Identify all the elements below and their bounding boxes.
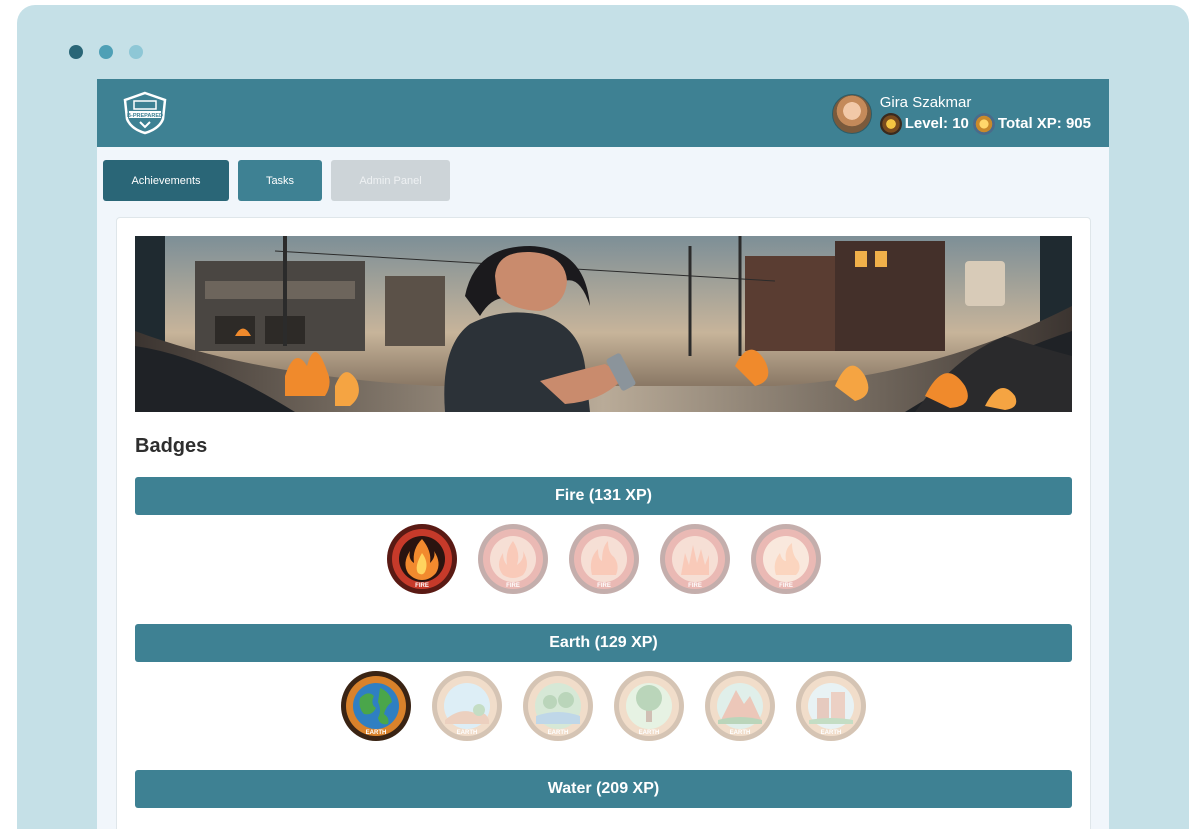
main-tabs: Achievements Tasks Admin Panel bbox=[103, 160, 450, 201]
badge-caption: FIRE bbox=[415, 583, 429, 589]
level-medal-icon bbox=[879, 112, 902, 135]
badge-earth-1[interactable]: EARTH bbox=[340, 670, 412, 742]
badge-earth-6[interactable]: EARTH bbox=[795, 670, 867, 742]
earth-badge-icon: EARTH bbox=[614, 671, 684, 741]
earth-badge-icon: EARTH bbox=[432, 671, 502, 741]
xp-medal-icon bbox=[972, 112, 995, 135]
b-prepared-logo[interactable]: B-PREPARED bbox=[119, 91, 171, 135]
user-total-xp: Total XP: 905 bbox=[997, 114, 1091, 132]
tab-tasks[interactable]: Tasks bbox=[238, 160, 322, 201]
earth-badge-icon: EARTH bbox=[341, 671, 411, 741]
badge-caption: FIRE bbox=[506, 583, 520, 589]
badges-section-title: Badges bbox=[135, 435, 208, 457]
hero-banner-image bbox=[135, 236, 1072, 412]
fire-badge-icon: FIRE bbox=[659, 524, 730, 594]
fire-badge-icon: FIRE bbox=[386, 524, 457, 594]
achievements-card: Badges Fire (131 XP) FIRE FIRE FIRE FIRE… bbox=[116, 217, 1091, 829]
badge-caption: FIRE bbox=[779, 583, 793, 589]
badge-earth-4[interactable]: EARTH bbox=[613, 670, 685, 742]
badge-fire-1[interactable]: FIRE bbox=[386, 523, 458, 595]
badge-caption: EARTH bbox=[548, 730, 569, 736]
fire-badge-icon: FIRE bbox=[477, 524, 548, 594]
user-profile[interactable]: Gira Szakmar Level: 10 Total XP: 905 bbox=[831, 89, 1091, 139]
badge-fire-5[interactable]: FIRE bbox=[750, 523, 822, 595]
badge-caption: FIRE bbox=[688, 583, 702, 589]
logo-text: B-PREPARED bbox=[127, 113, 163, 119]
fire-badge-icon: FIRE bbox=[568, 524, 639, 594]
user-avatar[interactable] bbox=[831, 94, 872, 134]
user-stats: Level: 10 Total XP: 905 bbox=[879, 112, 1091, 136]
badge-caption: EARTH bbox=[366, 730, 387, 736]
window-controls bbox=[69, 45, 143, 59]
category-earth-header[interactable]: Earth (129 XP) bbox=[135, 624, 1072, 662]
fire-badge-icon: FIRE bbox=[750, 524, 821, 594]
badge-caption: EARTH bbox=[730, 730, 751, 736]
fire-badge-row: FIRE FIRE FIRE FIRE FIRE bbox=[135, 523, 1072, 599]
user-level: Level: 10 bbox=[904, 114, 969, 132]
window-dot[interactable] bbox=[99, 45, 113, 59]
browser-frame: B-PREPARED Gira Szakmar Level: 10 Total … bbox=[17, 5, 1189, 829]
badge-earth-3[interactable]: EARTH bbox=[522, 670, 594, 742]
tab-admin-panel: Admin Panel bbox=[331, 160, 450, 201]
earth-badge-icon: EARTH bbox=[523, 671, 593, 741]
category-water-header[interactable]: Water (209 XP) bbox=[135, 770, 1072, 808]
tab-achievements[interactable]: Achievements bbox=[103, 160, 229, 201]
earth-badge-row: EARTH EARTH EARTH EARTH EARTH EARTH bbox=[135, 670, 1072, 746]
badge-earth-2[interactable]: EARTH bbox=[431, 670, 503, 742]
badge-earth-5[interactable]: EARTH bbox=[704, 670, 776, 742]
badge-fire-3[interactable]: FIRE bbox=[568, 523, 640, 595]
window-dot[interactable] bbox=[69, 45, 83, 59]
shield-logo-icon: B-PREPARED bbox=[123, 91, 167, 135]
badge-caption: EARTH bbox=[457, 730, 478, 736]
user-name: Gira Szakmar bbox=[879, 93, 972, 111]
badge-caption: EARTH bbox=[639, 730, 660, 736]
earth-badge-icon: EARTH bbox=[796, 671, 866, 741]
app-window: B-PREPARED Gira Szakmar Level: 10 Total … bbox=[97, 79, 1109, 829]
earth-badge-icon: EARTH bbox=[705, 671, 775, 741]
user-info: Gira Szakmar Level: 10 Total XP: 905 bbox=[879, 93, 1091, 136]
badge-caption: EARTH bbox=[821, 730, 842, 736]
top-navigation-bar: B-PREPARED Gira Szakmar Level: 10 Total … bbox=[97, 79, 1109, 147]
window-dot[interactable] bbox=[129, 45, 143, 59]
badge-fire-4[interactable]: FIRE bbox=[659, 523, 731, 595]
badge-fire-2[interactable]: FIRE bbox=[477, 523, 549, 595]
category-fire-header[interactable]: Fire (131 XP) bbox=[135, 477, 1072, 515]
badge-caption: FIRE bbox=[597, 583, 611, 589]
